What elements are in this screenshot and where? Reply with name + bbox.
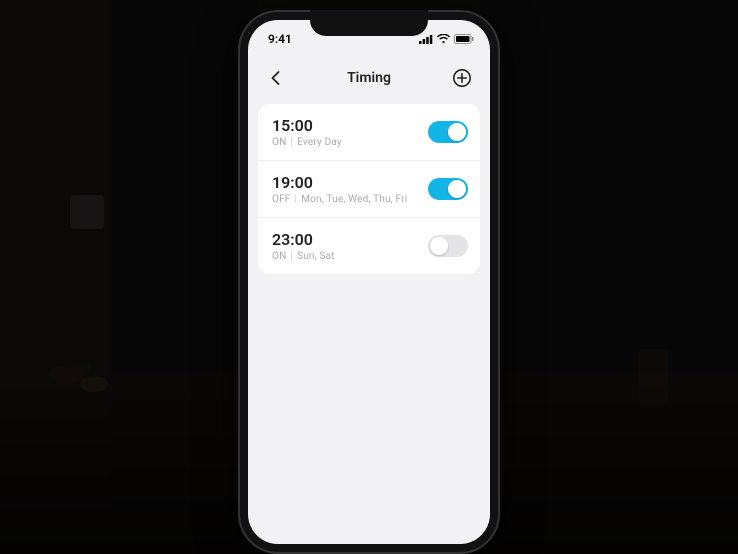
schedule-action: ON: [272, 137, 286, 148]
schedule-sub: ON|Sun, Sat: [272, 251, 335, 262]
schedule-info: 19:00 OFF|Mon, Tue, Wed, Thu, Fri: [272, 173, 407, 205]
chevron-left-icon: [267, 69, 285, 87]
phone-frame: 9:41 Timing 15:00 ON|Every Day: [238, 10, 500, 554]
schedule-time: 19:00: [272, 173, 407, 192]
schedule-time: 23:00: [272, 230, 335, 249]
phone-screen: 9:41 Timing 15:00 ON|Every Day: [248, 20, 490, 544]
status-indicators: [419, 34, 474, 44]
plus-circle-icon: [452, 68, 472, 88]
schedule-info: 15:00 ON|Every Day: [272, 116, 342, 148]
schedule-row[interactable]: 15:00 ON|Every Day: [258, 104, 480, 161]
status-time: 9:41: [268, 32, 292, 46]
schedule-toggle[interactable]: [428, 235, 468, 257]
schedule-list: 15:00 ON|Every Day 19:00 OFF|Mon, Tue, W…: [258, 104, 480, 274]
toggle-knob: [448, 180, 466, 198]
schedule-time: 15:00: [272, 116, 342, 135]
schedule-days: Mon, Tue, Wed, Thu, Fri: [301, 194, 407, 205]
schedule-sub: OFF|Mon, Tue, Wed, Thu, Fri: [272, 194, 407, 205]
schedule-toggle[interactable]: [428, 121, 468, 143]
schedule-days: Sun, Sat: [297, 251, 335, 262]
toggle-knob: [448, 123, 466, 141]
page-title: Timing: [290, 70, 448, 86]
add-button[interactable]: [448, 64, 476, 92]
back-button[interactable]: [262, 64, 290, 92]
schedule-sub: ON|Every Day: [272, 137, 342, 148]
schedule-row[interactable]: 23:00 ON|Sun, Sat: [258, 218, 480, 274]
toggle-knob: [430, 237, 448, 255]
battery-icon: [454, 34, 474, 44]
signal-icon: [419, 34, 433, 44]
schedule-row[interactable]: 19:00 OFF|Mon, Tue, Wed, Thu, Fri: [258, 161, 480, 218]
schedule-info: 23:00 ON|Sun, Sat: [272, 230, 335, 262]
phone-notch: [310, 10, 428, 36]
nav-bar: Timing: [248, 58, 490, 98]
wifi-icon: [437, 34, 450, 44]
schedule-action: OFF: [272, 194, 291, 205]
schedule-action: ON: [272, 251, 286, 262]
schedule-days: Every Day: [297, 137, 342, 148]
schedule-toggle[interactable]: [428, 178, 468, 200]
